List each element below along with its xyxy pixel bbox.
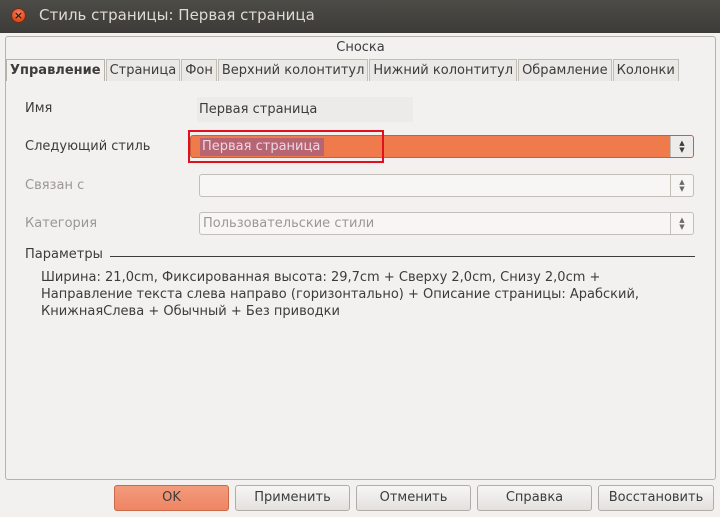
- tab-organizer-label: Управление: [10, 63, 101, 78]
- title-bar: × Стиль страницы: Первая страница: [0, 0, 720, 33]
- tab-borders-label: Обрамление: [522, 63, 608, 78]
- tab-borders[interactable]: Обрамление: [518, 59, 612, 81]
- parameters-divider: [110, 256, 695, 257]
- tab-page[interactable]: Страница: [105, 59, 181, 81]
- combo-spin-icon[interactable]: ▲ ▼: [670, 136, 693, 157]
- category-combobox[interactable]: Пользовательские стили ▲ ▼: [199, 212, 694, 235]
- apply-button-label: Применить: [254, 490, 331, 505]
- category-value: Пользовательские стили: [203, 216, 375, 231]
- next-style-value: Первая страница: [200, 138, 325, 156]
- combo-spin-icon[interactable]: ▲ ▼: [670, 175, 693, 196]
- tab-footer[interactable]: Нижний колонтитул: [369, 59, 518, 81]
- help-button-label: Справка: [505, 490, 564, 505]
- linked-label: Связан с: [25, 178, 85, 193]
- cancel-button[interactable]: Отменить: [356, 485, 471, 511]
- tab-row: Управление Страница Фон Верхний колонтит…: [6, 59, 715, 81]
- next-style-combobox[interactable]: Первая страница ▲ ▼: [190, 135, 694, 158]
- tab-page-label: Страница: [109, 63, 177, 78]
- parameters-heading: Параметры: [25, 247, 103, 262]
- tab-columns-label: Колонки: [616, 63, 675, 78]
- parameters-text: Ширина: 21,0cm, Фиксированная высота: 29…: [41, 270, 640, 319]
- cancel-button-label: Отменить: [379, 490, 448, 505]
- next-style-label: Следующий стиль: [25, 139, 151, 154]
- combo-spin-icon[interactable]: ▲ ▼: [670, 213, 693, 234]
- linked-combobox[interactable]: ▲ ▼: [199, 174, 694, 197]
- reset-button[interactable]: Восстановить: [598, 485, 714, 511]
- tab-organizer[interactable]: Управление: [6, 59, 105, 81]
- page-style-dialog: × Стиль страницы: Первая страница Сноска…: [0, 0, 720, 517]
- ok-button[interactable]: OK: [114, 485, 229, 511]
- name-field[interactable]: Первая страница: [197, 97, 413, 122]
- help-button[interactable]: Справка: [477, 485, 592, 511]
- apply-button[interactable]: Применить: [235, 485, 350, 511]
- tab-columns[interactable]: Колонки: [612, 59, 679, 81]
- window-title: Стиль страницы: Первая страница: [39, 6, 315, 24]
- category-label: Категория: [25, 216, 98, 231]
- ok-button-label: OK: [162, 490, 181, 505]
- tab-footer-label: Нижний колонтитул: [373, 63, 514, 78]
- name-label: Имя: [25, 101, 53, 116]
- tab-header[interactable]: Верхний колонтитул: [217, 59, 369, 81]
- tab-footnote[interactable]: Сноска: [6, 37, 715, 59]
- tab-header-label: Верхний колонтитул: [221, 63, 365, 78]
- reset-button-label: Восстановить: [608, 490, 704, 505]
- tab-background[interactable]: Фон: [181, 59, 217, 81]
- close-icon[interactable]: ×: [11, 8, 26, 23]
- tab-background-label: Фон: [185, 63, 213, 78]
